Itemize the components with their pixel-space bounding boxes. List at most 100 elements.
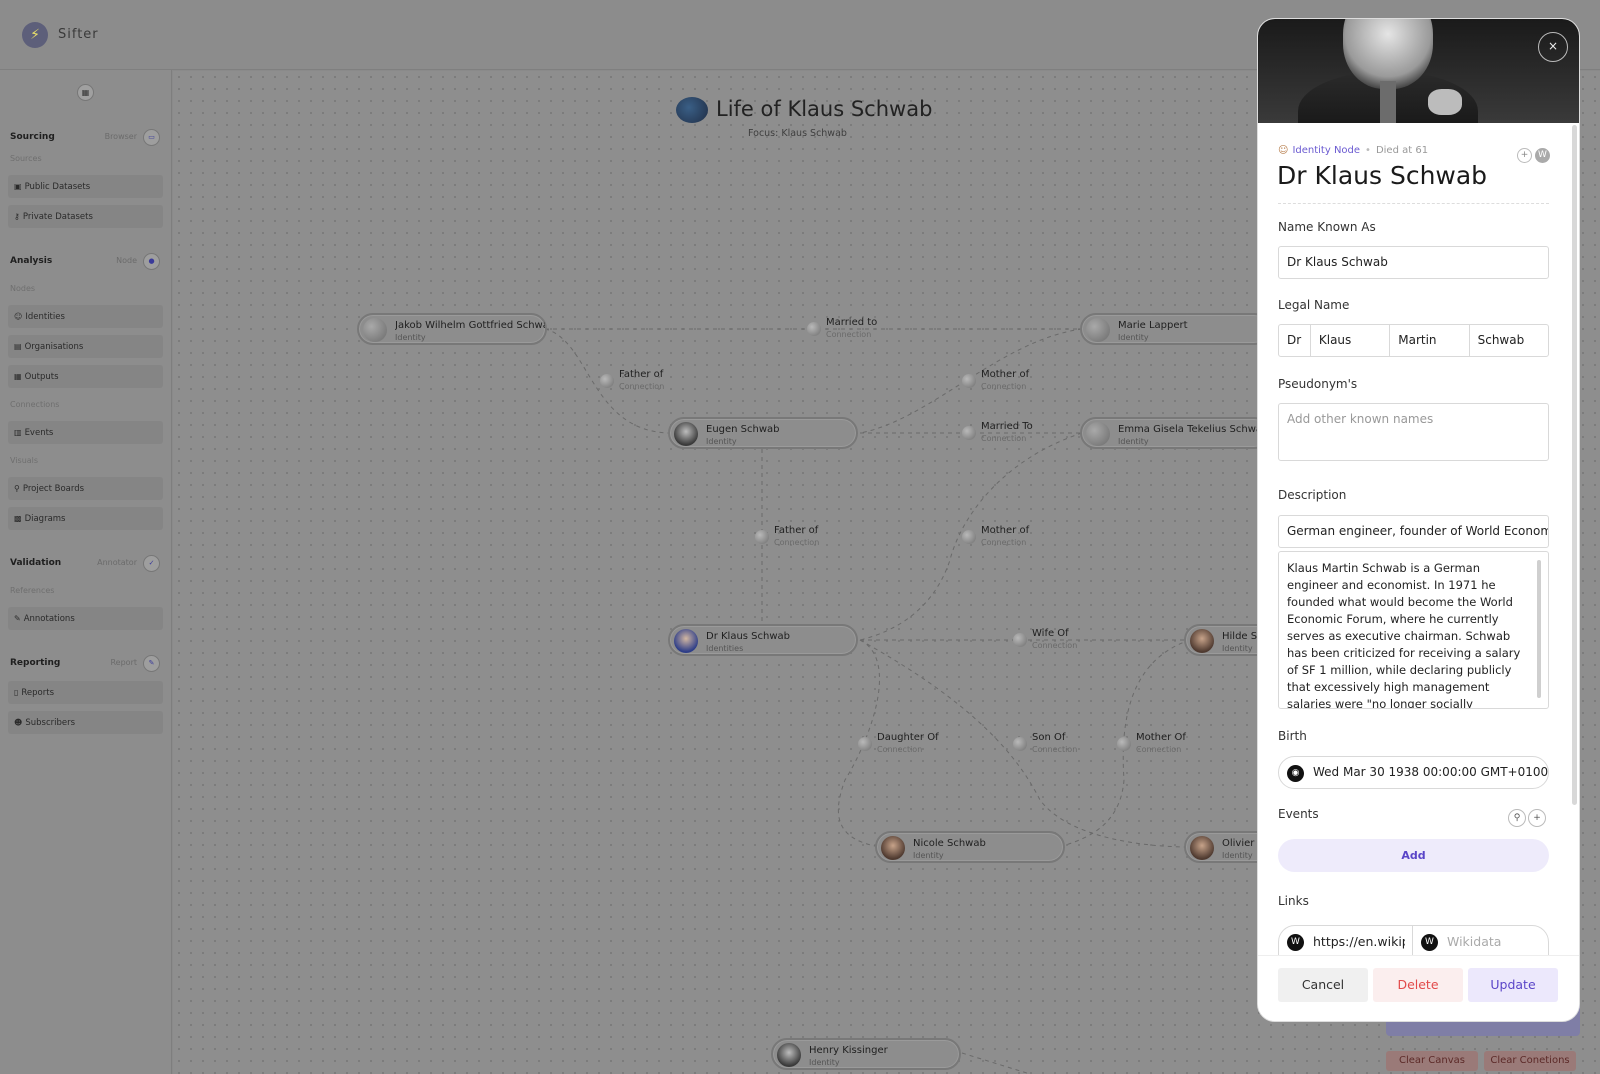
photo-hand	[1428, 89, 1462, 115]
connection-dot	[1013, 737, 1027, 751]
node-type: Identity	[913, 851, 944, 860]
description-label: Description	[1278, 488, 1347, 502]
legal-last-name-input[interactable]: Schwab	[1470, 325, 1548, 356]
node-nicole-schwab[interactable]: Nicole Schwab Identity	[875, 831, 1065, 863]
node-name: Nicole Schwab	[913, 838, 986, 849]
connection-label: Wife Of	[1032, 628, 1069, 639]
pseudonyms-input[interactable]: Add other known names	[1278, 403, 1549, 461]
avatar	[1086, 422, 1110, 446]
add-event-button[interactable]: Add	[1278, 839, 1549, 872]
birth-event-icon: ◉	[1287, 765, 1304, 782]
node-type: Identity	[1222, 644, 1253, 653]
update-button[interactable]: Update	[1468, 968, 1558, 1002]
node-name: Eugen Schwab	[706, 424, 780, 435]
connection-dot	[755, 530, 769, 544]
connection-dot	[962, 426, 976, 440]
search-icon[interactable]: ⚲	[1508, 809, 1526, 827]
birth-label: Birth	[1278, 729, 1307, 743]
add-icon[interactable]: +	[1517, 148, 1532, 163]
identity-node-icon: ☺	[1278, 145, 1289, 156]
links-label: Links	[1278, 894, 1309, 908]
legal-title-input[interactable]: Dr	[1279, 325, 1311, 356]
connection-dot	[600, 374, 614, 388]
connection-dot	[962, 374, 976, 388]
pseudonyms-label: Pseudonym's	[1278, 377, 1358, 391]
node-emma-schwab[interactable]: Emma Gisela Tekelius Schwab Identity	[1080, 417, 1270, 449]
connection-type: Connection	[1032, 745, 1078, 754]
events-actions: ⚲ +	[1506, 805, 1546, 827]
clear-canvas-button[interactable]: Clear Canvas	[1386, 1051, 1478, 1071]
node-eugen-schwab[interactable]: Eugen Schwab Identity	[668, 417, 858, 449]
add-icon[interactable]: +	[1528, 809, 1546, 827]
meta-actions: + W	[1514, 142, 1550, 163]
node-jakob-schwab[interactable]: Jakob Wilhelm Gottfried Schwab Identity	[357, 313, 547, 345]
clear-connections-button[interactable]: Clear Conetions	[1484, 1051, 1576, 1071]
connection-label: Father of	[774, 525, 819, 536]
close-icon[interactable]: ×	[1538, 32, 1568, 62]
links-fields: W https://en.wikipedia.org/wiki/Klaus_Sc…	[1278, 925, 1549, 958]
birth-input[interactable]: ◉ Wed Mar 30 1938 00:00:00 GMT+0100 (Cen…	[1278, 756, 1549, 789]
node-type: Identities	[706, 644, 744, 653]
connection-label: Son Of	[1032, 732, 1066, 743]
meta-separator: •	[1365, 145, 1371, 156]
identity-photo	[1258, 19, 1579, 123]
connection-type: Connection	[1136, 745, 1182, 754]
wikidata-link-input[interactable]: W Wikidata	[1413, 926, 1548, 957]
avatar	[1190, 836, 1214, 860]
photo-tie	[1380, 81, 1396, 123]
node-type: Identity	[706, 437, 737, 446]
connection-type: Connection	[1032, 641, 1078, 650]
wikidata-icon: W	[1421, 934, 1438, 951]
legal-name-fields: Dr Klaus Martin Schwab	[1278, 324, 1549, 357]
node-klaus-schwab[interactable]: Dr Klaus Schwab Identities	[668, 624, 858, 656]
description-scrollbar[interactable]	[1537, 560, 1541, 698]
description-short-input[interactable]: German engineer, founder of World Econom…	[1278, 515, 1549, 548]
name-known-as-label: Name Known As	[1278, 220, 1376, 234]
connection-dot	[1117, 737, 1131, 751]
node-name: Henry Kissinger	[809, 1045, 888, 1056]
description-long-textarea[interactable]: Klaus Martin Schwab is a German engineer…	[1278, 551, 1549, 709]
connection-label: Mother of	[981, 525, 1030, 536]
wikipedia-icon[interactable]: W	[1535, 148, 1550, 163]
connection-type: Connection	[981, 434, 1027, 443]
wikipedia-link-input[interactable]: W https://en.wikipedia.org/wiki/Klaus_Sc…	[1279, 926, 1413, 957]
birth-value: Wed Mar 30 1938 00:00:00 GMT+0100 (Centr…	[1313, 765, 1549, 779]
connection-label: Mother of	[981, 369, 1030, 380]
delete-button[interactable]: Delete	[1373, 968, 1463, 1002]
node-name: Emma Gisela Tekelius Schwab	[1118, 424, 1268, 435]
connection-dot	[807, 322, 821, 336]
description-long-text: Klaus Martin Schwab is a German engineer…	[1287, 561, 1521, 709]
connection-label: Married to	[826, 317, 878, 328]
avatar	[674, 422, 698, 446]
wikipedia-link-value: https://en.wikipedia.org/wiki/Klaus_Schw…	[1313, 934, 1405, 949]
panel-scrollbar[interactable]	[1572, 125, 1577, 805]
connection-dot	[962, 530, 976, 544]
connection-type: Connection	[981, 538, 1027, 547]
connection-dot	[858, 737, 872, 751]
legal-first-name-input[interactable]: Klaus	[1311, 325, 1391, 356]
board-avatar	[676, 97, 708, 123]
identity-title: Dr Klaus Schwab	[1277, 161, 1488, 190]
connection-type: Connection	[826, 330, 872, 339]
node-name: Jakob Wilhelm Gottfried Schwab	[395, 320, 545, 331]
connection-label: Mother Of	[1136, 732, 1186, 743]
connection-label: Daughter Of	[877, 732, 939, 743]
legal-middle-name-input[interactable]: Martin	[1390, 325, 1470, 356]
node-marie-lappert[interactable]: Marie Lappert Identity	[1080, 313, 1270, 345]
legal-name-label: Legal Name	[1278, 298, 1350, 312]
panel-footer: Cancel Delete Update	[1258, 955, 1579, 1021]
avatar	[1190, 629, 1214, 653]
node-type: Identity	[809, 1058, 840, 1067]
node-name: Dr Klaus Schwab	[706, 631, 791, 642]
node-type: Identity	[1118, 437, 1149, 446]
avatar	[1086, 318, 1110, 342]
name-known-as-input[interactable]: Dr Klaus Schwab	[1278, 246, 1549, 279]
board-focus: Focus: Klaus Schwab	[748, 128, 847, 139]
connection-type: Connection	[774, 538, 820, 547]
connection-dot	[1013, 633, 1027, 647]
cancel-button[interactable]: Cancel	[1278, 968, 1368, 1002]
identity-detail-panel: × ☺ Identity Node • Died at 61 + W Dr Klaus …	[1257, 18, 1580, 1022]
node-henry-kissinger[interactable]: Henry Kissinger Identity	[771, 1038, 961, 1070]
connection-type: Connection	[981, 382, 1027, 391]
events-label: Events	[1278, 807, 1319, 821]
